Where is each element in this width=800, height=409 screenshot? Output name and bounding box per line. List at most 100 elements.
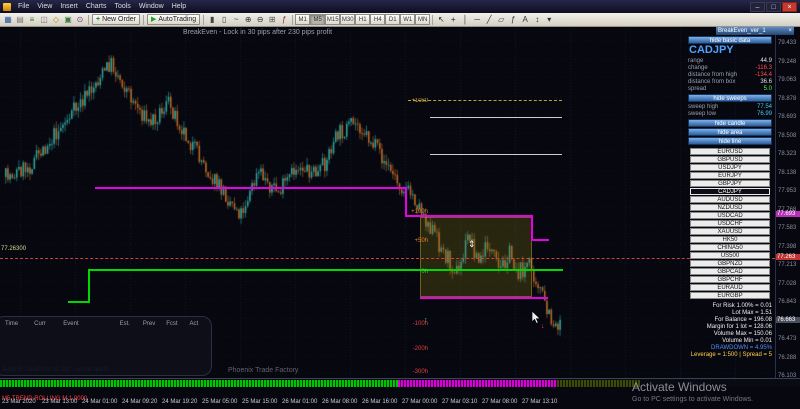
timeframe-h4[interactable]: H4	[370, 14, 386, 25]
account-stat: Margin for 1 lot = 128.06	[706, 324, 772, 330]
chart-annotation: BreakEven - Lock in 30 pips after 230 pi…	[183, 29, 333, 36]
timeframe-mn[interactable]: MN	[415, 14, 431, 25]
symbol-item-xauusd[interactable]: XAUUSD	[690, 228, 770, 235]
hide-line-button[interactable]: hide line	[688, 137, 772, 145]
breakout-line-right[interactable]	[531, 239, 549, 241]
symbol-item-usdjpy[interactable]: USDJPY	[690, 164, 770, 171]
consolidation-box[interactable]	[420, 217, 532, 297]
title-bar[interactable]: File View Insert Charts Tools Window Help – □ …	[0, 0, 800, 13]
sweep-row: sweep low 76.99	[688, 111, 772, 118]
new-chart-icon[interactable]: ▦	[2, 14, 14, 25]
support-line-step[interactable]	[88, 269, 90, 303]
arrows-icon[interactable]: ↕	[531, 14, 543, 25]
symbol-item-hk50[interactable]: HK50	[690, 236, 770, 243]
price-label: 78.878	[778, 95, 797, 102]
calendar-col-est: Est.	[119, 321, 130, 327]
timeframe-m5[interactable]: M5	[310, 14, 326, 25]
new-order-button[interactable]: + New Order	[92, 14, 140, 25]
indicator-window-titlebar[interactable]: BreakEven_ver_1 ×	[716, 27, 794, 35]
news-calendar-panel[interactable]: Time Curr Event Est. Prev Fcst Act	[0, 316, 212, 376]
timeframe-m15[interactable]: M15	[325, 14, 341, 25]
support-line-left[interactable]	[68, 301, 89, 303]
symbol-item-gbpjpy[interactable]: GBPJPY	[690, 180, 770, 187]
hide-area-button[interactable]: hide area	[688, 128, 772, 136]
menu-view[interactable]: View	[33, 0, 56, 13]
symbol-list: EURUSD GBPUSD USDJPY EURJPY GBPJPY CADJPY AUDU…	[690, 148, 770, 300]
timeframe-d1[interactable]: D1	[385, 14, 401, 25]
cursor-icon[interactable]: ↖	[435, 14, 447, 25]
symbol-item-gbpusd[interactable]: GBPUSD	[690, 156, 770, 163]
price-tag-low: 76.663	[776, 317, 800, 323]
breakout-line-mid[interactable]	[405, 215, 533, 217]
chart-area[interactable]: BreakEven - Lock in 30 pips after 230 pi…	[0, 27, 775, 378]
symbol-item-nzdusd[interactable]: NZDUSD	[690, 204, 770, 211]
zoom-out-icon[interactable]: ⊖	[254, 14, 266, 25]
hide-sweeps-button[interactable]: hide sweeps	[688, 94, 772, 102]
symbol-item-gbpnzd[interactable]: GBPNZD	[690, 260, 770, 267]
symbol-item-usdchf[interactable]: USDCHF	[690, 220, 770, 227]
stat-row: distance from high -134.4	[688, 72, 772, 79]
price-tag-mid: 77.693	[776, 211, 800, 217]
menu-file[interactable]: File	[14, 0, 33, 13]
account-stats: For Risk 1.00% = 0.01 Lot Max = 1.51 For B…	[686, 303, 772, 359]
tile-windows-icon[interactable]: ⊞	[266, 14, 278, 25]
menu-insert[interactable]: Insert	[56, 0, 82, 13]
chart-candles-icon[interactable]: ▯	[218, 14, 230, 25]
chart-bars-icon[interactable]: ▮	[206, 14, 218, 25]
vertical-line-icon[interactable]: │	[459, 14, 471, 25]
menu-charts[interactable]: Charts	[82, 0, 111, 13]
time-label: 24 Mar 01:00	[82, 399, 118, 405]
horizontal-line-icon[interactable]: ─	[471, 14, 483, 25]
symbol-item-gbpchf[interactable]: GBPCHF	[690, 276, 770, 283]
symbol-item-china50[interactable]: CHINA50	[690, 244, 770, 251]
breakout-line-step2[interactable]	[531, 215, 533, 241]
crosshair-icon[interactable]: +	[447, 14, 459, 25]
data-window-icon[interactable]: ◫	[38, 14, 50, 25]
target-line[interactable]	[408, 100, 562, 101]
symbol-item-eurgbp[interactable]: EURGBP	[690, 292, 770, 299]
symbol-item-audusd[interactable]: AUDUSD	[690, 196, 770, 203]
symbol-item-eurusd[interactable]: EURUSD	[690, 148, 770, 155]
breakout-line-top[interactable]	[95, 187, 406, 189]
hide-candle-button[interactable]: hide candle	[688, 119, 772, 127]
indicator-close-icon[interactable]: ×	[788, 27, 792, 35]
symbol-item-eurjpy[interactable]: EURJPY	[690, 172, 770, 179]
menu-help[interactable]: Help	[168, 0, 190, 13]
fibonacci-icon[interactable]: ƒ	[507, 14, 519, 25]
menu-window[interactable]: Window	[135, 0, 168, 13]
symbol-item-us500[interactable]: US500	[690, 252, 770, 259]
profiles-icon[interactable]: ▤	[14, 14, 26, 25]
dropdown-icon[interactable]: ▾	[543, 14, 555, 25]
maximize-button[interactable]: □	[766, 1, 781, 12]
market-watch-icon[interactable]: ≡	[26, 14, 38, 25]
symbol-item-gbpcad[interactable]: GBPCAD	[690, 268, 770, 275]
symbol-item-cadjpy[interactable]: CADJPY	[690, 188, 770, 195]
terminal-icon[interactable]: ▣	[62, 14, 74, 25]
support-line-main[interactable]	[88, 269, 563, 271]
navigator-icon[interactable]: ◇	[50, 14, 62, 25]
price-axis[interactable]: 79.433 79.248 79.063 78.878 78.693 78.508 78.3…	[775, 27, 800, 379]
range-high-line[interactable]	[430, 117, 562, 118]
timeframe-m1[interactable]: M1	[295, 14, 311, 25]
range-mid-line[interactable]	[430, 154, 562, 155]
zoom-in-icon[interactable]: ⊕	[242, 14, 254, 25]
minimize-button[interactable]: –	[750, 1, 765, 12]
box-bottom-line[interactable]	[420, 297, 548, 299]
symbol-item-usdcad[interactable]: USDCAD	[690, 212, 770, 219]
timeframe-m30[interactable]: M30	[340, 14, 356, 25]
chart-line-icon[interactable]: ~	[230, 14, 242, 25]
symbol-item-euraud[interactable]: EURAUD	[690, 284, 770, 291]
close-button[interactable]: ×	[782, 1, 797, 12]
timeframe-w1[interactable]: W1	[400, 14, 416, 25]
strategy-tester-icon[interactable]: ⊙	[74, 14, 86, 25]
text-label-icon[interactable]: A	[519, 14, 531, 25]
indicators-icon[interactable]: ƒ	[278, 14, 290, 25]
channel-icon[interactable]: ▱	[495, 14, 507, 25]
window-controls: – □ ×	[750, 1, 797, 12]
trendline-icon[interactable]: ╱	[483, 14, 495, 25]
menu-tools[interactable]: Tools	[110, 0, 134, 13]
stat-value: -116.3	[755, 65, 772, 71]
hide-basic-data-button[interactable]: hide basic data	[688, 36, 772, 44]
autotrading-button[interactable]: ▶ AutoTrading	[146, 14, 201, 25]
timeframe-h1[interactable]: H1	[355, 14, 371, 25]
